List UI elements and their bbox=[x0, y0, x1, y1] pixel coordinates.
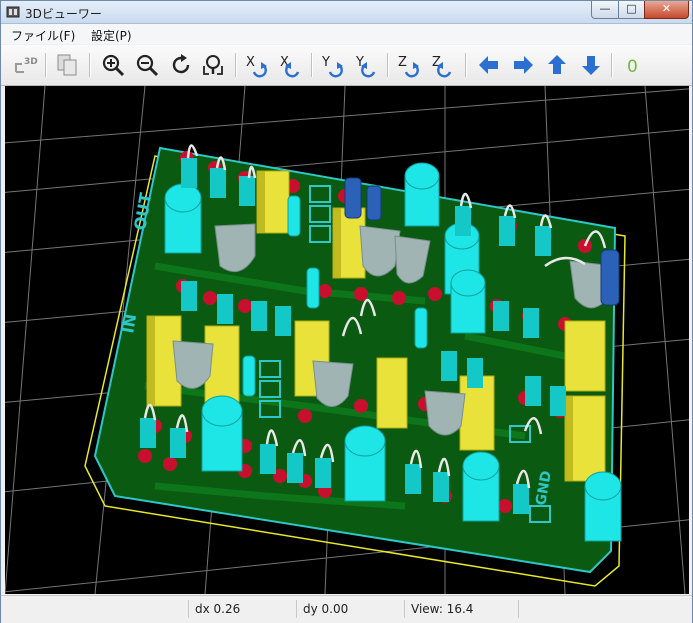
pcb-3d-render: OUT IN GND bbox=[5, 86, 689, 594]
rotate-z-ccw-button[interactable]: Z bbox=[429, 51, 457, 79]
zoom-out-icon bbox=[136, 54, 159, 77]
svg-text:X: X bbox=[246, 55, 255, 70]
app-icon bbox=[6, 6, 20, 18]
rotate-y-icon: Y bbox=[321, 55, 343, 78]
rotate-x-icon: X bbox=[246, 55, 267, 78]
status-view: View: 16.4 bbox=[405, 600, 519, 618]
arrow-up-icon bbox=[548, 55, 566, 74]
svg-text:0: 0 bbox=[627, 57, 638, 77]
copy-icon bbox=[57, 54, 77, 76]
svg-text:Z: Z bbox=[398, 55, 407, 70]
zoom-in-button[interactable] bbox=[99, 51, 127, 79]
menu-file[interactable]: ファイル(F) bbox=[11, 27, 75, 44]
3d-viewport[interactable]: OUT IN GND bbox=[5, 86, 689, 594]
arrow-down-icon bbox=[582, 56, 600, 75]
rotate-z-cw-button[interactable]: Z bbox=[395, 51, 423, 79]
pan-left-button[interactable] bbox=[475, 51, 503, 79]
close-button[interactable]: ✕ bbox=[644, 1, 689, 19]
zoom-fit-button[interactable] bbox=[199, 51, 227, 79]
zoom-in-icon bbox=[102, 54, 125, 77]
arrow-left-icon bbox=[479, 56, 498, 74]
window-title: 3Dビューワー bbox=[25, 7, 102, 21]
svg-text:Y: Y bbox=[321, 55, 330, 70]
status-message bbox=[3, 600, 189, 618]
pan-down-button[interactable] bbox=[577, 51, 605, 79]
rotate-y-cw-button[interactable]: Y bbox=[319, 51, 347, 79]
status-extra bbox=[519, 600, 689, 618]
ortho-toggle-button[interactable]: 0 bbox=[619, 51, 647, 79]
maximize-button[interactable]: □ bbox=[618, 1, 645, 19]
redraw-button[interactable] bbox=[167, 51, 195, 79]
zoom-fit-icon bbox=[203, 55, 223, 75]
status-dx: dx 0.26 bbox=[189, 600, 297, 618]
label-in: IN bbox=[118, 312, 140, 334]
title-bar[interactable]: 3Dビューワー — □ ✕ bbox=[1, 1, 692, 24]
pan-right-button[interactable] bbox=[509, 51, 537, 79]
rotate-y-ccw-button[interactable]: Y bbox=[353, 51, 381, 79]
reload-3d-button[interactable]: 3D bbox=[11, 51, 39, 79]
rotate-x-ccw-button[interactable]: X bbox=[277, 51, 305, 79]
rotate-z-icon: Z bbox=[398, 55, 419, 78]
redraw-icon bbox=[172, 54, 190, 74]
status-bar: dx 0.26 dy 0.00 View: 16.4 bbox=[1, 595, 692, 623]
rotate-y-icon: Y bbox=[355, 55, 376, 78]
svg-text:3D: 3D bbox=[24, 57, 38, 67]
rotate-x-icon: X bbox=[280, 55, 300, 78]
menu-bar: ファイル(F) 設定(P) bbox=[1, 24, 692, 44]
toolbar: 3D X X Y Y Z Z 0 bbox=[1, 45, 692, 86]
3d-refresh-icon: 3D bbox=[15, 57, 38, 73]
ortho-icon: 0 bbox=[627, 57, 638, 77]
rotate-z-icon: Z bbox=[432, 55, 452, 78]
rotate-x-cw-button[interactable]: X bbox=[243, 51, 271, 79]
menu-settings[interactable]: 設定(P) bbox=[91, 27, 132, 44]
copy-image-button[interactable] bbox=[53, 51, 81, 79]
pan-up-button[interactable] bbox=[543, 51, 571, 79]
arrow-right-icon bbox=[514, 56, 533, 74]
viewer-window: 3Dビューワー — □ ✕ ファイル(F) 設定(P) 3D X X Y Y Z… bbox=[0, 0, 693, 623]
zoom-out-button[interactable] bbox=[133, 51, 161, 79]
minimize-button[interactable]: — bbox=[591, 1, 619, 19]
status-dy: dy 0.00 bbox=[297, 600, 405, 618]
